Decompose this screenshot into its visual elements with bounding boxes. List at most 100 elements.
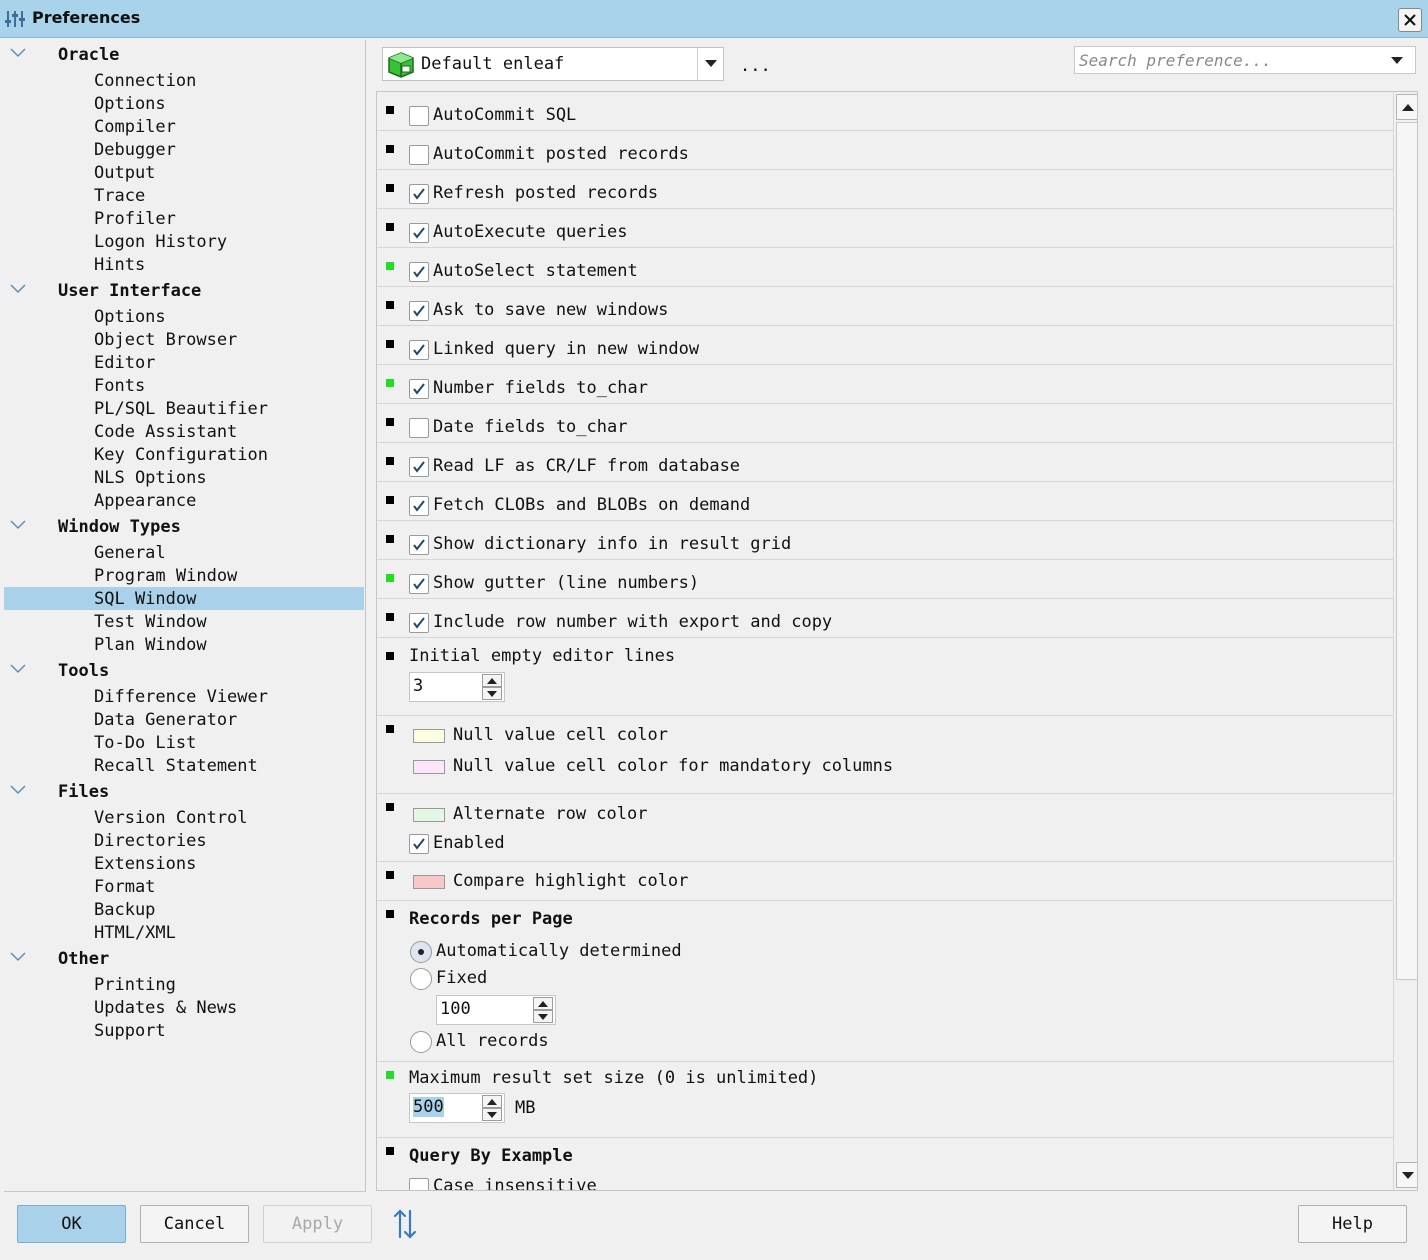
fixed-records-value[interactable]: 100: [440, 999, 471, 1019]
search-input[interactable]: [1077, 49, 1377, 71]
tree-item-printing[interactable]: Printing: [4, 973, 364, 996]
spin-down-button[interactable]: [482, 687, 502, 700]
tree-item-format[interactable]: Format: [4, 875, 364, 898]
search-box[interactable]: [1074, 46, 1416, 74]
enabled-checkbox[interactable]: [409, 834, 429, 854]
editor-lines-spinner[interactable]: 3: [409, 672, 505, 702]
chevron-down-icon[interactable]: [10, 283, 26, 295]
case-insensitive-checkbox[interactable]: [409, 1178, 429, 1190]
ok-button[interactable]: OK: [17, 1205, 126, 1243]
tree-group-files[interactable]: Files: [4, 780, 364, 803]
chevron-down-icon[interactable]: [10, 951, 26, 963]
fixed-records-spinner[interactable]: 100: [436, 995, 556, 1025]
tree-item-support[interactable]: Support: [4, 1019, 364, 1042]
setting-checkbox[interactable]: [409, 184, 429, 204]
tree-item-output[interactable]: Output: [4, 161, 364, 184]
editor-lines-value[interactable]: 3: [413, 676, 423, 696]
spin-up-button[interactable]: [533, 997, 553, 1010]
scroll-up-button[interactable]: [1396, 94, 1417, 120]
setting-checkbox[interactable]: [409, 106, 429, 126]
setting-checkbox[interactable]: [409, 574, 429, 594]
tree-item-profiler[interactable]: Profiler: [4, 207, 364, 230]
cancel-button[interactable]: Cancel: [140, 1205, 249, 1243]
tree-item-fonts[interactable]: Fonts: [4, 374, 364, 397]
spin-up-button[interactable]: [482, 674, 502, 687]
scrollbar-thumb[interactable]: [1396, 122, 1417, 980]
tree-item-program-window[interactable]: Program Window: [4, 564, 364, 587]
tree-item-version-control[interactable]: Version Control: [4, 806, 364, 829]
tree-item-options[interactable]: Options: [4, 305, 364, 328]
tree-item-compiler[interactable]: Compiler: [4, 115, 364, 138]
max-result-spinner[interactable]: 500: [409, 1093, 505, 1123]
setting-checkbox[interactable]: [409, 535, 429, 555]
max-result-value[interactable]: 500: [413, 1097, 444, 1117]
setting-checkbox[interactable]: [409, 145, 429, 165]
scroll-down-button[interactable]: [1396, 1162, 1417, 1188]
spin-up-button[interactable]: [482, 1095, 502, 1108]
tree-item-debugger[interactable]: Debugger: [4, 138, 364, 161]
radio-fixed[interactable]: [410, 968, 432, 990]
tree-item-nls-options[interactable]: NLS Options: [4, 466, 364, 489]
tree-item-connection[interactable]: Connection: [4, 69, 364, 92]
alternate-color-swatch[interactable]: [413, 808, 445, 822]
tree-item-data-generator[interactable]: Data Generator: [4, 708, 364, 731]
setting-checkbox[interactable]: [409, 223, 429, 243]
tree-item-object-browser[interactable]: Object Browser: [4, 328, 364, 351]
tree-item-general[interactable]: General: [4, 541, 364, 564]
setting-checkbox[interactable]: [409, 457, 429, 477]
tree-item-hints[interactable]: Hints: [4, 253, 364, 276]
tree-item-plan-window[interactable]: Plan Window: [4, 633, 364, 656]
tree-item-logon-history[interactable]: Logon History: [4, 230, 364, 253]
radio-auto-determined[interactable]: [410, 941, 432, 963]
tree-item-trace[interactable]: Trace: [4, 184, 364, 207]
setting-checkbox[interactable]: [409, 496, 429, 516]
close-button[interactable]: [1398, 8, 1422, 32]
tree-item-key-configuration[interactable]: Key Configuration: [4, 443, 364, 466]
null-color-swatch[interactable]: [413, 729, 445, 743]
chevron-down-icon[interactable]: [10, 519, 26, 531]
chevron-down-icon[interactable]: [10, 784, 26, 796]
tree-item-test-window[interactable]: Test Window: [4, 610, 364, 633]
tree-group-tools[interactable]: Tools: [4, 659, 364, 682]
tree-item-html-xml[interactable]: HTML/XML: [4, 921, 364, 944]
tree-group-other[interactable]: Other: [4, 947, 364, 970]
tree-item-difference-viewer[interactable]: Difference Viewer: [4, 685, 364, 708]
tree-group-oracle[interactable]: Oracle: [4, 43, 364, 66]
tree-item-recall-statement[interactable]: Recall Statement: [4, 754, 364, 777]
setting-checkbox[interactable]: [409, 301, 429, 321]
preferences-tree[interactable]: Oracle Connection Options Compiler Debugger O…: [4, 40, 366, 1192]
help-button[interactable]: Help: [1298, 1205, 1407, 1243]
tree-item-updates-news[interactable]: Updates & News: [4, 996, 364, 1019]
tree-item-code-assistant[interactable]: Code Assistant: [4, 420, 364, 443]
spin-down-button[interactable]: [533, 1010, 553, 1023]
settings-scrollbar[interactable]: [1393, 92, 1417, 1190]
apply-button[interactable]: Apply: [263, 1205, 372, 1243]
profile-more-button[interactable]: ...: [740, 56, 771, 76]
sort-toggle-button[interactable]: [392, 1208, 418, 1245]
chevron-down-icon[interactable]: [10, 47, 26, 59]
compare-color-swatch[interactable]: [413, 875, 445, 889]
tree-item-pl-sql-beautifier[interactable]: PL/SQL Beautifier: [4, 397, 364, 420]
tree-item-backup[interactable]: Backup: [4, 898, 364, 921]
chevron-down-icon[interactable]: [10, 663, 26, 675]
setting-checkbox[interactable]: [409, 262, 429, 282]
search-dropdown-icon[interactable]: [1391, 57, 1403, 65]
setting-checkbox[interactable]: [409, 418, 429, 438]
tree-item-options[interactable]: Options: [4, 92, 364, 115]
radio-all-records[interactable]: [410, 1031, 432, 1053]
profile-select[interactable]: Default enleaf: [382, 47, 724, 81]
spin-down-button[interactable]: [482, 1108, 502, 1121]
tree-group-user-interface[interactable]: User Interface: [4, 279, 364, 302]
setting-checkbox[interactable]: [409, 613, 429, 633]
tree-item-extensions[interactable]: Extensions: [4, 852, 364, 875]
tree-item-appearance[interactable]: Appearance: [4, 489, 364, 512]
tree-item-sql-window[interactable]: SQL Window: [4, 587, 364, 610]
tree-group-window-types[interactable]: Window Types: [4, 515, 364, 538]
setting-checkbox[interactable]: [409, 379, 429, 399]
tree-item-to-do-list[interactable]: To-Do List: [4, 731, 364, 754]
tree-item-directories[interactable]: Directories: [4, 829, 364, 852]
profile-dropdown-arrow[interactable]: [697, 48, 723, 80]
tree-item-editor[interactable]: Editor: [4, 351, 364, 374]
mandatory-null-color-swatch[interactable]: [413, 760, 445, 774]
setting-checkbox[interactable]: [409, 340, 429, 360]
